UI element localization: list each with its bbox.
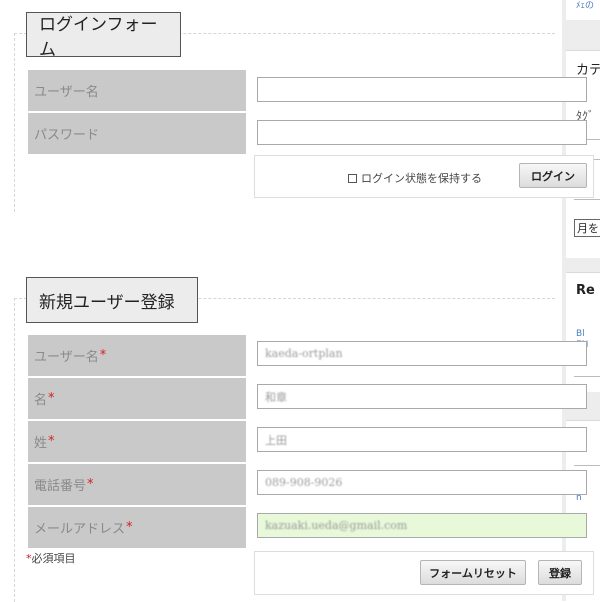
register-lastname-input[interactable]: 上田 [257,427,587,452]
required-note: *必須項目 [26,550,76,566]
register-username-input[interactable]: kaeda-ortplan [257,341,587,366]
register-lastname-value: 上田 [265,433,287,447]
register-firstname-label-text: 名 [34,393,48,408]
register-firstname-value: 和章 [265,390,287,404]
register-phone-label: 電話番号 * [28,464,246,505]
register-email-label: メールアドレス * [28,507,246,548]
sidebar-top-block: ﾒｪの [566,0,600,20]
sidebar-divider [574,199,600,200]
remember-me-label: ログイン状態を保持する [361,172,482,185]
sidebar-recent-heading: Re [576,283,595,298]
login-password-label: パスワード [28,113,246,154]
register-lastname-label: 姓 * [28,421,246,462]
register-username-label: ユーザー名 * [28,335,246,376]
register-firstname-label: 名 * [28,378,246,419]
form-reset-button[interactable]: フォームリセット [420,560,526,585]
required-mark: * [126,520,133,535]
register-phone-value: 089-908-9026 [265,476,343,489]
login-username-label: ユーザー名 [28,70,246,111]
remember-me-checkbox[interactable] [348,173,357,183]
register-firstname-input[interactable]: 和章 [257,384,587,409]
required-mark: * [87,477,94,492]
login-button[interactable]: ログイン [519,163,587,188]
login-form-title: ログインフォーム [26,12,181,60]
required-note-text: 必須項目 [31,552,76,565]
register-email-input[interactable]: kazuaki.ueda@gmail.com [257,513,587,538]
sidebar-divider [574,376,600,377]
login-username-input[interactable] [257,77,587,102]
register-phone-input[interactable]: 089-908-9026 [257,470,587,495]
login-username-label-text: ユーザー名 [34,85,99,100]
register-lastname-label-text: 姓 [34,436,48,451]
login-password-label-text: パスワード [34,128,100,143]
register-phone-label-text: 電話番号 [34,479,87,494]
register-form-title: 新規ユーザー登録 [26,277,198,323]
required-mark: * [48,391,55,406]
required-mark: * [48,434,55,449]
login-password-input[interactable] [257,120,587,145]
register-submit-button[interactable]: 登録 [538,560,582,585]
remember-me-option[interactable]: ログイン状態を保持する [348,170,482,186]
sidebar-top-link[interactable]: ﾒｪの [576,1,594,12]
required-mark: * [99,348,107,363]
register-email-label-text: メールアドレス [34,522,126,537]
sidebar-category-heading: カテ [576,63,600,78]
sidebar-recent-link[interactable]: Bl [576,329,585,340]
register-username-label-text: ユーザー名 [34,350,99,365]
sidebar-month-select[interactable]: 月を [574,219,600,237]
register-email-value: kazuaki.ueda@gmail.com [265,519,408,532]
sidebar-recent-block: Re Bl EN Sc [566,272,600,392]
sidebar-divider [574,465,600,466]
register-username-value: kaeda-ortplan [265,347,343,360]
